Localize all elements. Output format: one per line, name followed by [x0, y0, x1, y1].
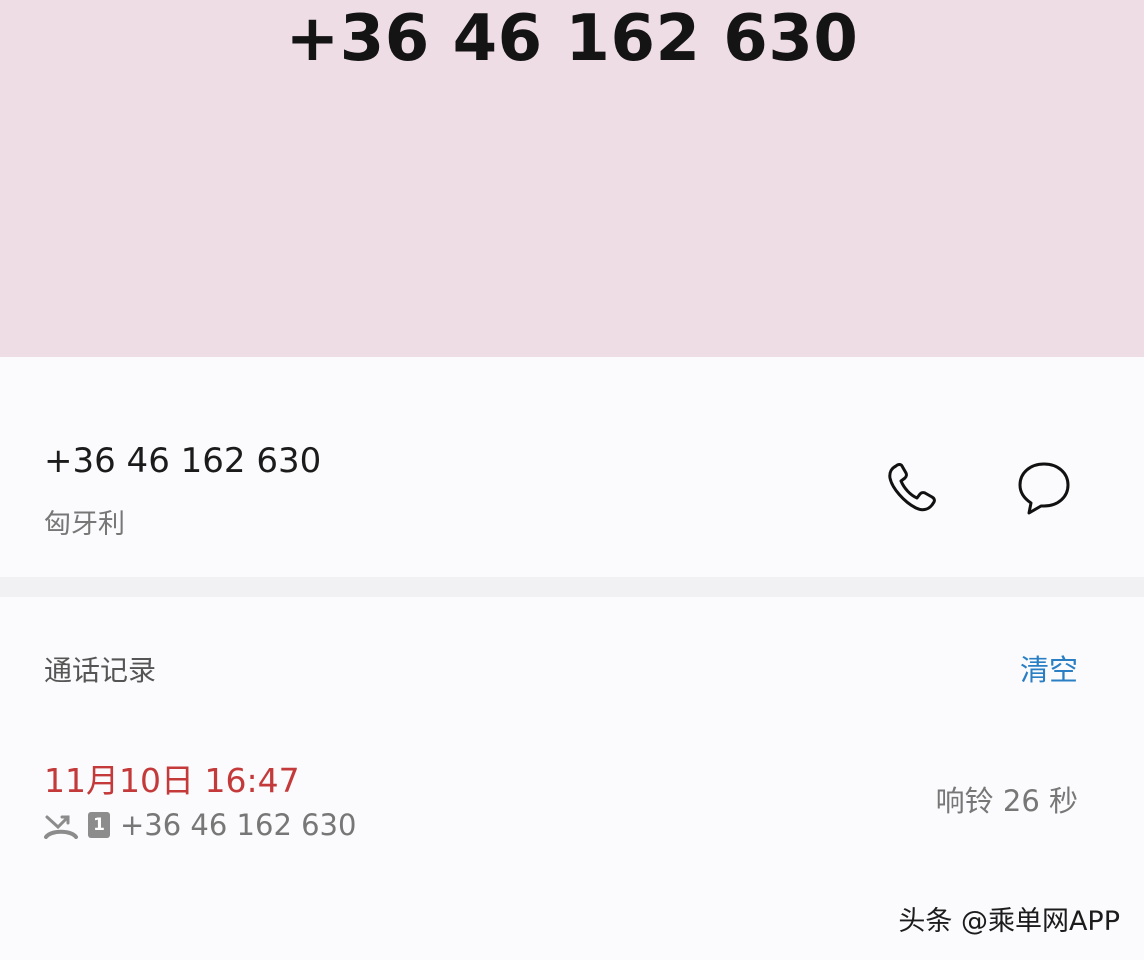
section-divider [0, 577, 1144, 597]
clear-history-button[interactable]: 清空 [1020, 647, 1078, 689]
phone-icon [888, 463, 936, 512]
message-button[interactable] [1008, 452, 1080, 524]
call-record-number: +36 46 162 630 [120, 808, 357, 842]
watermark: 头条 @乘单网APP [898, 906, 1120, 937]
contact-location: 匈牙利 [44, 509, 125, 540]
header-phone-number: +36 46 162 630 [285, 2, 859, 76]
missed-call-icon [44, 811, 78, 839]
call-button[interactable] [876, 452, 948, 524]
contact-phone-number: +36 46 162 630 [44, 441, 322, 481]
call-history-title: 通话记录 [44, 654, 157, 687]
call-record-row[interactable]: 11月10日 16:47 1 +36 46 162 630 响铃 26 秒 [0, 742, 1144, 852]
call-record-duration: 响铃 26 秒 [935, 784, 1078, 818]
contact-header: +36 46 162 630 [0, 0, 1144, 357]
message-bubble-icon [1018, 462, 1070, 515]
sim-card-icon: 1 [88, 812, 110, 838]
call-record-details: 1 +36 46 162 630 [44, 808, 356, 842]
call-record-time: 11月10日 16:47 [44, 761, 300, 800]
contact-card: +36 46 162 630 匈牙利 [0, 357, 1144, 577]
